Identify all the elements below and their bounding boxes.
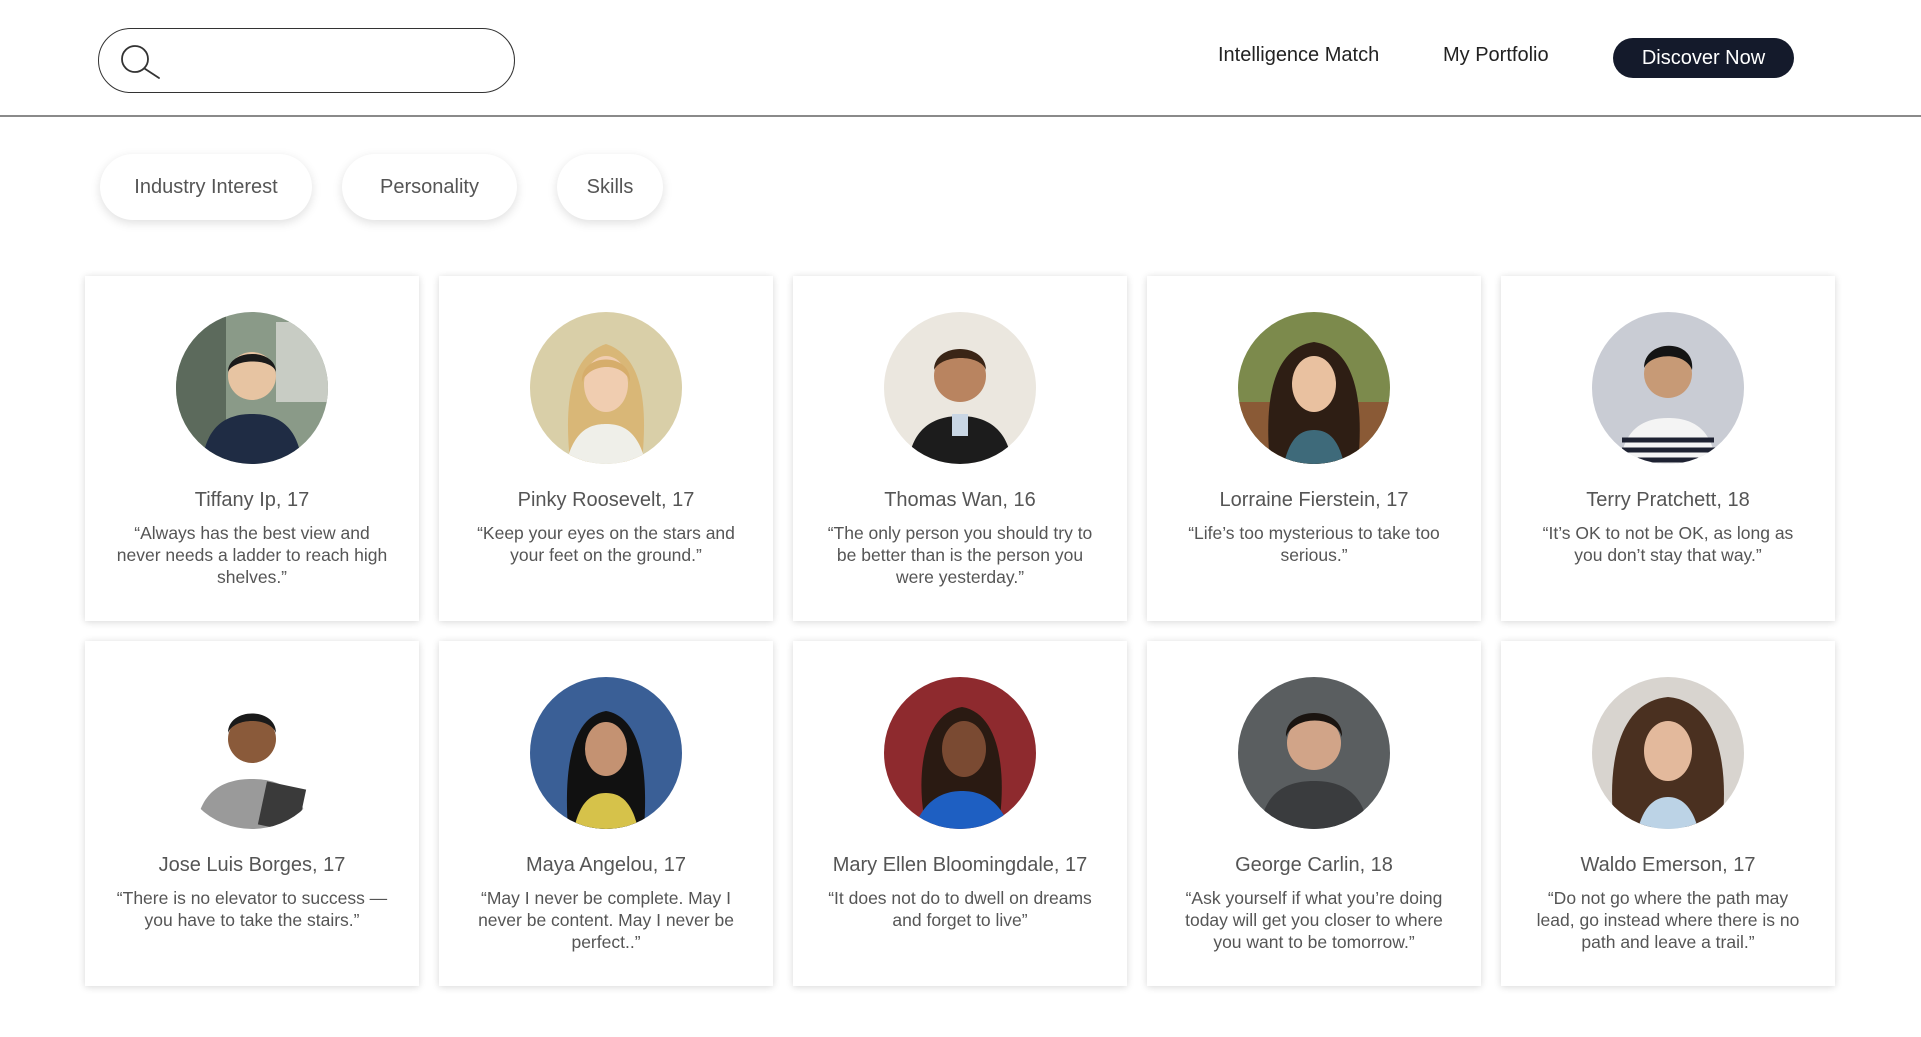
profile-card[interactable]: George Carlin, 18 “Ask yourself if what … (1147, 641, 1481, 986)
profile-name: Jose Luis Borges, 17 (158, 854, 346, 876)
profile-avatar (530, 677, 682, 829)
profile-card[interactable]: Tiffany Ip, 17 “Always has the best view… (85, 276, 419, 621)
profile-avatar (1238, 312, 1390, 464)
profile-quote: “It does not do to dwell on dreams and f… (828, 888, 1092, 930)
profile-name: Maya Angelou, 17 (525, 854, 687, 876)
search-icon (121, 45, 160, 79)
profile-card[interactable]: Mary Ellen Bloomingdale, 17 “It does not… (793, 641, 1127, 986)
profile-quote: “The only person you should try to be be… (827, 523, 1093, 587)
profile-avatar (1592, 312, 1744, 464)
profile-grid: Tiffany Ip, 17 “Always has the best view… (85, 276, 1835, 986)
profile-quote: “Keep your eyes on the stars and your fe… (477, 523, 735, 565)
profile-name: Lorraine Fierstein, 17 (1219, 489, 1409, 511)
profile-name: Thomas Wan, 16 (884, 489, 1036, 511)
nav-intelligence-match-link[interactable]: Intelligence Match (1218, 44, 1379, 67)
profile-name: Terry Pratchett, 18 (1586, 489, 1750, 511)
profile-avatar (884, 312, 1036, 464)
filter-industry-interest[interactable]: Industry Interest (100, 154, 312, 220)
profile-name: Tiffany Ip, 17 (194, 489, 310, 511)
profile-card[interactable]: Pinky Roosevelt, 17 “Keep your eyes on t… (439, 276, 773, 621)
profile-avatar (530, 312, 682, 464)
profile-avatar (176, 677, 328, 829)
profile-card[interactable]: Thomas Wan, 16 “The only person you shou… (793, 276, 1127, 621)
profile-name: Pinky Roosevelt, 17 (517, 489, 695, 511)
profile-quote: “Ask yourself if what you’re doing today… (1185, 888, 1443, 952)
profile-avatar (1238, 677, 1390, 829)
profile-avatar (884, 677, 1036, 829)
profile-card[interactable]: Lorraine Fierstein, 17 “Life’s too myste… (1147, 276, 1481, 621)
profile-avatar (1592, 677, 1744, 829)
profile-name: Mary Ellen Bloomingdale, 17 (832, 854, 1088, 876)
profile-card[interactable]: Waldo Emerson, 17 “Do not go where the p… (1501, 641, 1835, 986)
profile-quote: “It’s OK to not be OK, as long as you do… (1542, 523, 1794, 565)
profile-quote: “Always has the best view and never need… (116, 523, 388, 587)
profile-card[interactable]: Jose Luis Borges, 17 “There is no elevat… (85, 641, 419, 986)
profile-name: George Carlin, 18 (1235, 854, 1393, 876)
profile-quote: “Life’s too mysterious to take too serio… (1188, 523, 1440, 565)
profile-name: Waldo Emerson, 17 (1580, 854, 1756, 876)
top-nav-bar: Intelligence Match My Portfolio Discover… (0, 0, 1921, 117)
nav-my-portfolio-link[interactable]: My Portfolio (1443, 44, 1549, 67)
discover-now-button[interactable]: Discover Now (1613, 38, 1794, 78)
filter-personality[interactable]: Personality (342, 154, 517, 220)
profile-card[interactable]: Maya Angelou, 17 “May I never be complet… (439, 641, 773, 986)
profile-quote: “There is no elevator to success — you h… (116, 888, 388, 930)
profile-quote: “May I never be complete. May I never be… (478, 888, 734, 952)
search-bar[interactable] (98, 28, 515, 93)
search-input[interactable] (175, 37, 495, 85)
profile-quote: “Do not go where the path may lead, go i… (1536, 888, 1800, 952)
filter-skills[interactable]: Skills (557, 154, 663, 220)
profile-card[interactable]: Terry Pratchett, 18 “It’s OK to not be O… (1501, 276, 1835, 621)
profile-avatar (176, 312, 328, 464)
